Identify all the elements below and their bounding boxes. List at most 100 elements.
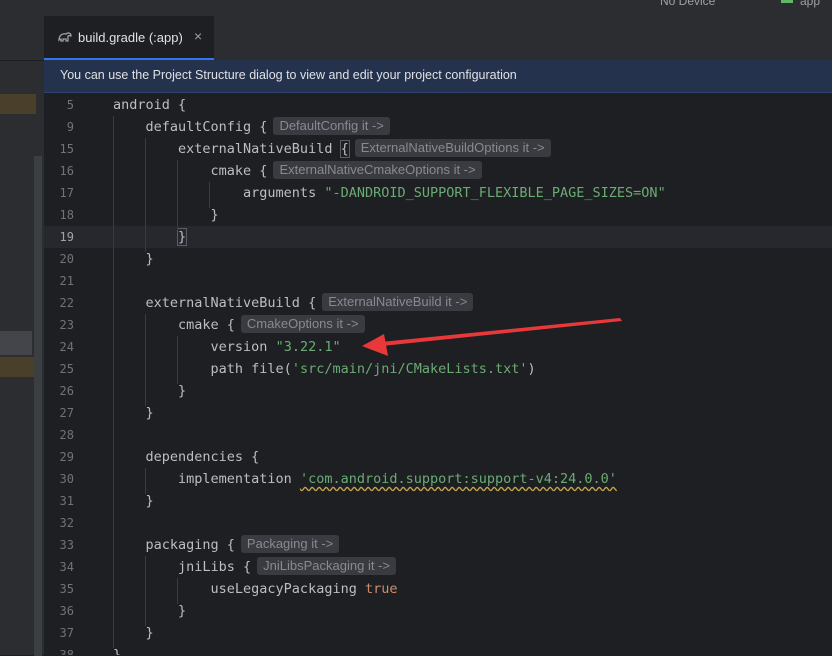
top-toolbar: No Device app	[0, 0, 832, 16]
code-text: }	[113, 603, 187, 619]
code-text: dependencies {	[113, 449, 260, 465]
code-line[interactable]: 37 }	[44, 622, 832, 644]
line-number: 31	[59, 494, 74, 508]
code-text: }	[113, 647, 122, 655]
device-selector[interactable]: No Device	[660, 0, 715, 8]
indent-guide	[113, 116, 114, 648]
code-line[interactable]: 27 }	[44, 402, 832, 424]
tab-label: build.gradle (:app)	[78, 30, 183, 45]
code-line[interactable]: 32	[44, 512, 832, 534]
inlay-hint[interactable]: ExternalNativeCmakeOptions it ->	[273, 161, 482, 179]
code-text: jniLibs {JniLibsPackaging it ->	[113, 556, 396, 578]
line-number: 29	[59, 450, 74, 464]
indent-guide	[177, 578, 178, 604]
project-panel-header	[0, 16, 44, 61]
line-number: 22	[59, 296, 74, 310]
project-structure-banner: You can use the Project Structure dialog…	[44, 60, 832, 93]
inlay-hint[interactable]: Packaging it ->	[240, 535, 340, 553]
line-number: 38	[59, 648, 74, 655]
code-line[interactable]: 38}	[44, 644, 832, 655]
code-line[interactable]: 36 }	[44, 600, 832, 622]
inlay-hint[interactable]: ExternalNativeBuild it ->	[322, 293, 474, 311]
code-text: arguments "-DANDROID_SUPPORT_FLEXIBLE_PA…	[113, 185, 666, 201]
code-line[interactable]: 25 path file('src/main/jni/CMakeLists.tx…	[44, 358, 832, 380]
close-icon[interactable]: ×	[194, 28, 202, 44]
inlay-hint[interactable]: ExternalNativeBuildOptions it ->	[354, 139, 551, 157]
line-number: 35	[59, 582, 74, 596]
code-line[interactable]: 30 implementation 'com.android.support:s…	[44, 468, 832, 490]
indent-guide	[177, 160, 178, 230]
gradle-elephant-icon	[58, 32, 72, 42]
code-text: externalNativeBuild {ExternalNativeBuild…	[113, 138, 551, 160]
code-text: }	[113, 405, 154, 421]
code-editor[interactable]: 5 android { 9 defaultConfig {DefaultConfig…	[44, 94, 832, 655]
line-number: 23	[59, 318, 74, 332]
line-number: 34	[59, 560, 74, 574]
project-scrollbar[interactable]	[34, 156, 42, 656]
run-config-icon	[781, 0, 793, 3]
code-line[interactable]: 15 externalNativeBuild {ExternalNativeBu…	[44, 138, 832, 160]
line-number: 9	[66, 120, 74, 134]
line-number: 28	[59, 428, 74, 442]
code-text: version "3.22.1"	[113, 339, 341, 355]
tab-build-gradle[interactable]: build.gradle (:app) ×	[44, 16, 214, 60]
code-text: packaging {Packaging it ->	[113, 534, 340, 556]
line-number: 21	[59, 274, 74, 288]
code-line[interactable]: 5 android {	[44, 94, 832, 116]
indent-guide	[145, 138, 146, 252]
code-text: externalNativeBuild {ExternalNativeBuild…	[113, 292, 474, 314]
code-text: useLegacyPackaging true	[113, 581, 398, 597]
project-tree-row-selected[interactable]	[0, 331, 32, 355]
project-tool-window	[0, 16, 44, 656]
code-line[interactable]: 23 cmake {CmakeOptions it ->	[44, 314, 832, 336]
line-number: 15	[59, 142, 74, 156]
code-text: android {	[113, 97, 187, 113]
line-number: 30	[59, 472, 74, 486]
code-line[interactable]: 17 arguments "-DANDROID_SUPPORT_FLEXIBLE…	[44, 182, 832, 204]
code-line[interactable]: 9 defaultConfig {DefaultConfig it ->	[44, 116, 832, 138]
line-number: 33	[59, 538, 74, 552]
indent-guide	[177, 336, 178, 384]
line-number: 37	[59, 626, 74, 640]
code-text: }	[113, 251, 154, 267]
line-number: 16	[59, 164, 74, 178]
code-line[interactable]: 22 externalNativeBuild {ExternalNativeBu…	[44, 292, 832, 314]
line-number: 26	[59, 384, 74, 398]
code-line[interactable]: 29 dependencies {	[44, 446, 832, 468]
indent-guide	[209, 182, 210, 208]
code-line[interactable]: 20 }	[44, 248, 832, 270]
line-number: 32	[59, 516, 74, 530]
inlay-hint[interactable]: DefaultConfig it ->	[273, 117, 390, 135]
code-text: cmake {ExternalNativeCmakeOptions it ->	[113, 160, 482, 182]
top-left-corner	[0, 0, 44, 16]
code-text: implementation 'com.android.support:supp…	[113, 471, 617, 487]
code-text: }	[113, 625, 154, 641]
project-tree-row-modified[interactable]	[0, 357, 36, 377]
line-number: 36	[59, 604, 74, 618]
code-line[interactable]: 19 }	[44, 226, 832, 248]
line-number: 19	[59, 230, 74, 244]
project-tree-row-modified[interactable]	[0, 94, 36, 114]
code-line[interactable]: 21	[44, 270, 832, 292]
editor-tab-bar: build.gradle (:app) ×	[44, 16, 832, 61]
line-number: 20	[59, 252, 74, 266]
line-number: 27	[59, 406, 74, 420]
code-line[interactable]: 18 }	[44, 204, 832, 226]
inlay-hint[interactable]: CmakeOptions it ->	[240, 315, 365, 333]
line-number: 18	[59, 208, 74, 222]
line-number: 24	[59, 340, 74, 354]
indent-guide	[145, 556, 146, 626]
code-line[interactable]: 35 useLegacyPackaging true	[44, 578, 832, 600]
code-line[interactable]: 28	[44, 424, 832, 446]
code-line[interactable]: 16 cmake {ExternalNativeCmakeOptions it …	[44, 160, 832, 182]
code-text: cmake {CmakeOptions it ->	[113, 314, 365, 336]
code-line[interactable]: 24 version "3.22.1"	[44, 336, 832, 358]
code-line[interactable]: 31 }	[44, 490, 832, 512]
run-config-selector[interactable]: app	[800, 0, 820, 8]
code-text: defaultConfig {DefaultConfig it ->	[113, 116, 390, 138]
code-line[interactable]: 34 jniLibs {JniLibsPackaging it ->	[44, 556, 832, 578]
code-line[interactable]: 26 }	[44, 380, 832, 402]
inlay-hint[interactable]: JniLibsPackaging it ->	[257, 557, 396, 575]
line-number: 5	[66, 98, 74, 112]
code-line[interactable]: 33 packaging {Packaging it ->	[44, 534, 832, 556]
